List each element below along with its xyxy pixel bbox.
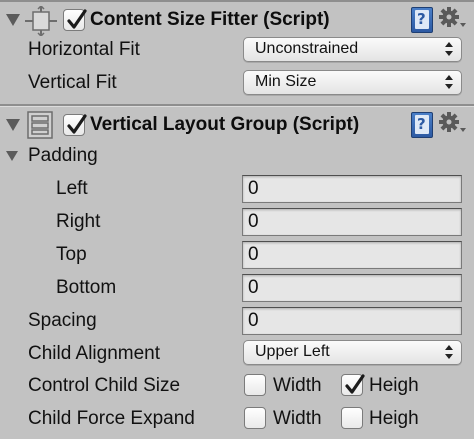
header-divider-highlight (0, 106, 474, 107)
help-book-icon[interactable]: ? (411, 7, 433, 33)
child-alignment-dropdown[interactable]: Upper Left (243, 340, 462, 365)
settings-gear-icon[interactable] (439, 111, 467, 135)
control-child-size-width-label[interactable]: Width (273, 375, 322, 397)
padding-bottom-label: Bottom (56, 277, 117, 298)
padding-bottom-value: 0 (248, 277, 259, 298)
header-divider (0, 0, 474, 2)
padding-top-input[interactable]: 0 (242, 241, 462, 269)
content-size-fitter-enabled-checkbox[interactable] (63, 9, 87, 31)
child-alignment-label: Child Alignment (28, 343, 161, 364)
child-force-expand-width-label[interactable]: Width (273, 408, 322, 430)
component-title: Vertical Layout Group (Script) (90, 114, 360, 135)
spacing-value: 0 (248, 310, 259, 331)
control-child-size-height-label[interactable]: Heigh (369, 375, 419, 397)
horizontal-fit-value: Unconstrained (255, 40, 359, 57)
padding-foldout-arrow-icon[interactable] (6, 151, 18, 161)
padding-left-value: 0 (248, 178, 259, 199)
spacing-label: Spacing (28, 310, 97, 331)
vertical-fit-value: Min Size (255, 73, 317, 90)
vertical-fit-label: Vertical Fit (28, 72, 117, 93)
dropdown-arrows-icon (445, 42, 453, 56)
checkmark-icon (67, 114, 87, 134)
child-force-expand-height-checkbox[interactable] (341, 407, 363, 429)
content-size-fitter-icon (25, 6, 57, 36)
vertical-layout-icon (27, 111, 53, 139)
padding-right-label: Right (56, 211, 101, 232)
child-force-expand-label: Child Force Expand (28, 408, 195, 429)
padding-left-input[interactable]: 0 (242, 175, 462, 203)
component-title: Content Size Fitter (Script) (90, 9, 330, 30)
settings-gear-icon[interactable] (439, 6, 467, 30)
padding-top-value: 0 (248, 244, 259, 265)
control-child-size-label: Control Child Size (28, 375, 181, 396)
vertical-fit-dropdown[interactable]: Min Size (243, 70, 462, 95)
help-book-icon[interactable]: ? (411, 112, 433, 138)
child-force-expand-width-checkbox[interactable] (244, 407, 266, 429)
horizontal-fit-label: Horizontal Fit (28, 39, 140, 60)
control-child-size-height-checkbox[interactable] (341, 374, 365, 396)
fold-arrow-icon[interactable] (6, 14, 20, 26)
padding-top-label: Top (56, 244, 87, 265)
child-alignment-value: Upper Left (255, 343, 330, 360)
padding-bottom-input[interactable]: 0 (242, 274, 462, 302)
padding-left-label: Left (56, 178, 88, 199)
padding-right-value: 0 (248, 211, 259, 232)
dropdown-arrows-icon (445, 75, 453, 89)
padding-right-input[interactable]: 0 (242, 208, 462, 236)
spacing-input[interactable]: 0 (242, 307, 462, 335)
vertical-layout-enabled-checkbox[interactable] (63, 114, 87, 136)
control-child-size-width-checkbox[interactable] (244, 374, 266, 396)
dropdown-arrows-icon (445, 345, 453, 359)
checkmark-icon (67, 9, 87, 29)
padding-label[interactable]: Padding (28, 145, 98, 167)
checkmark-icon (345, 374, 365, 394)
horizontal-fit-dropdown[interactable]: Unconstrained (243, 37, 462, 62)
child-force-expand-height-label[interactable]: Heigh (369, 408, 419, 430)
fold-arrow-icon[interactable] (6, 119, 20, 131)
